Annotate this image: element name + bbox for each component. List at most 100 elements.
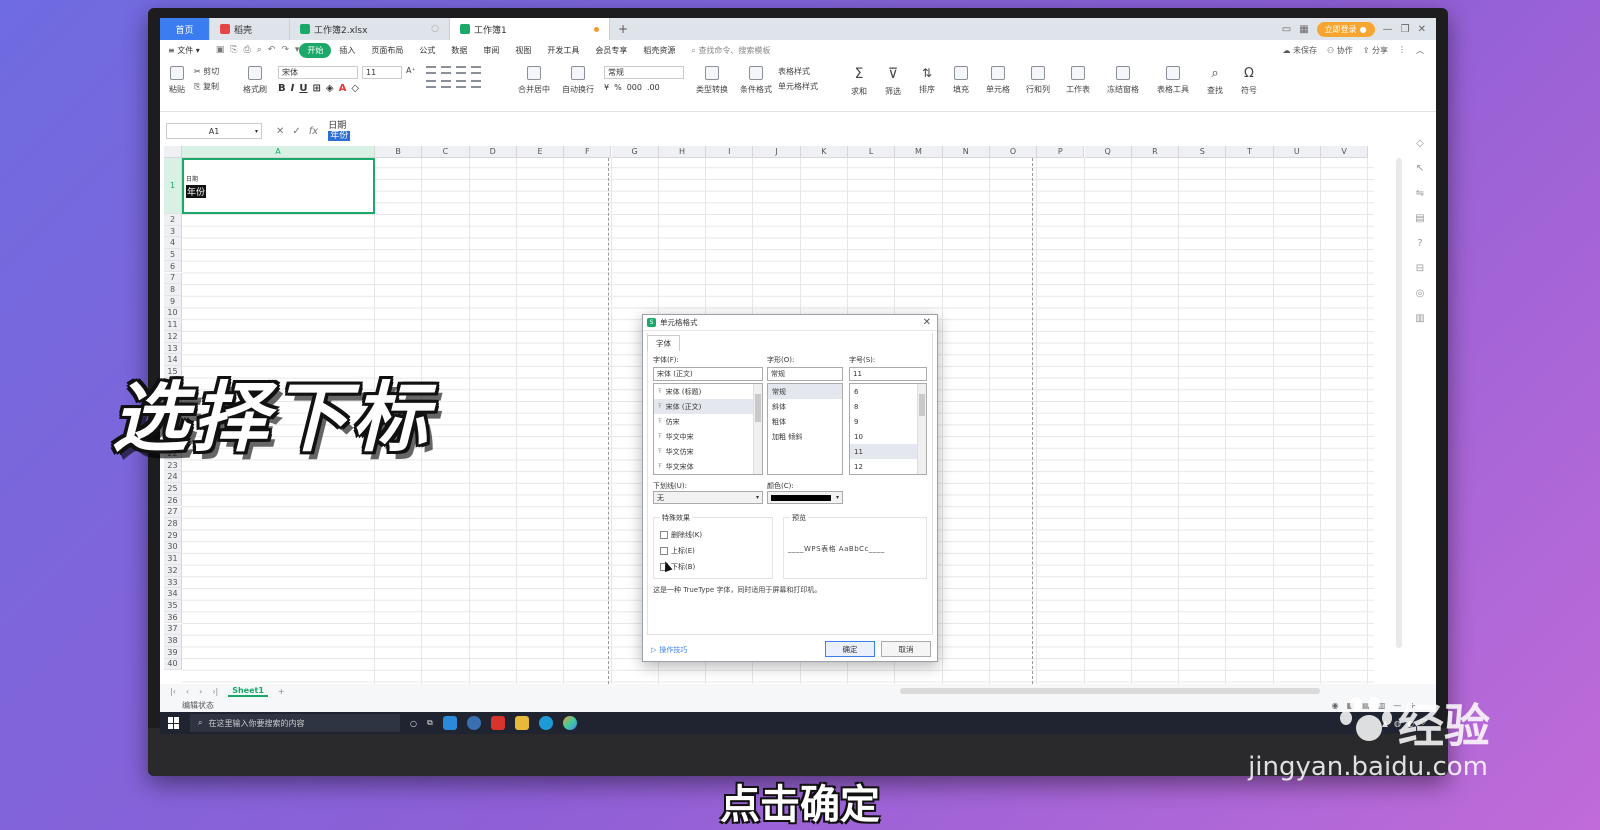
row-header[interactable]: 29 xyxy=(164,529,182,542)
help-icon[interactable]: ? xyxy=(1417,238,1422,249)
align-right-icon[interactable] xyxy=(456,80,466,88)
cell-style-button[interactable]: 单元格样式 xyxy=(778,81,818,92)
edge-icon[interactable] xyxy=(538,716,553,730)
italic-icon[interactable]: I xyxy=(291,83,295,94)
new-tab-button[interactable]: + xyxy=(610,18,636,40)
column-header[interactable]: Q xyxy=(1084,146,1132,158)
menu-review[interactable]: 审阅 xyxy=(475,45,507,56)
export-icon[interactable]: ⎘ xyxy=(230,45,237,55)
restore-icon[interactable]: ❐ xyxy=(1401,24,1410,35)
bold-icon[interactable]: B xyxy=(278,83,286,94)
font-list-scrollbar[interactable] xyxy=(753,384,762,474)
undo-icon[interactable]: ↶ xyxy=(268,45,276,55)
filter-button[interactable]: ⊽ 筛选 xyxy=(876,66,910,97)
task-view-icon[interactable]: ⧉ xyxy=(427,718,433,728)
table-style-button[interactable]: 表格样式 xyxy=(778,66,810,77)
minimize-icon[interactable]: — xyxy=(1383,24,1393,35)
formula-input[interactable]: 日期 年份 xyxy=(324,121,351,141)
column-header[interactable]: L xyxy=(848,146,896,158)
row-header[interactable]: 5 xyxy=(164,249,182,261)
menu-insert[interactable]: 插入 xyxy=(331,45,363,56)
column-header[interactable]: J xyxy=(753,146,801,158)
cut-button[interactable]: ✂ 剪切 xyxy=(194,66,219,77)
column-header[interactable]: M xyxy=(895,146,943,158)
size-list-item[interactable]: 12 xyxy=(850,459,926,474)
row-header[interactable]: 34 xyxy=(164,588,182,601)
windows-start-icon[interactable] xyxy=(168,717,180,729)
menu-formula[interactable]: 公式 xyxy=(411,45,443,56)
row-header[interactable]: 1 xyxy=(164,158,182,214)
add-sheet-icon[interactable]: + xyxy=(278,687,285,696)
column-header[interactable]: I xyxy=(706,146,754,158)
last-sheet-icon[interactable]: ›| xyxy=(212,687,218,696)
prev-sheet-icon[interactable]: ‹ xyxy=(186,687,189,696)
font-list-item[interactable]: Ŧ 宋体 (标题) xyxy=(654,384,762,399)
menu-docer-resources[interactable]: 稻壳资源 xyxy=(635,45,683,56)
column-header[interactable]: P xyxy=(1037,146,1085,158)
tab-workbook1[interactable]: 工作簿1 xyxy=(450,18,610,40)
ok-button[interactable]: 确定 xyxy=(825,641,875,657)
dialog-close-icon[interactable]: ✕ xyxy=(923,317,937,328)
wps-icon[interactable] xyxy=(490,716,505,730)
preview-icon[interactable]: ⌕ xyxy=(257,45,262,55)
row-header[interactable]: 24 xyxy=(164,471,182,484)
size-list-item[interactable]: 9 xyxy=(850,414,926,429)
apps-grid-icon[interactable]: ▦ xyxy=(1299,24,1308,35)
menu-data[interactable]: 数据 xyxy=(443,45,475,56)
size-list[interactable]: 6 8 9 10 11 12 xyxy=(849,383,927,475)
currency-icon[interactable]: ¥ xyxy=(604,83,609,92)
table-tools-button[interactable]: 表格工具 xyxy=(1148,66,1198,95)
row-header[interactable]: 4 xyxy=(164,237,182,250)
indent-icon[interactable] xyxy=(471,66,481,74)
column-header[interactable]: D xyxy=(469,146,517,158)
property-icon[interactable]: ▤ xyxy=(1415,213,1424,224)
font-list-item[interactable]: Ŧ 华文仿宋 xyxy=(654,444,762,459)
column-header[interactable]: F xyxy=(564,146,612,158)
size-list-item-selected[interactable]: 11 xyxy=(850,444,926,459)
row-header[interactable]: 37 xyxy=(164,623,182,636)
taskbar-search[interactable]: ⌕ 在这里输入你要搜索的内容 xyxy=(190,714,400,732)
row-header[interactable]: 28 xyxy=(164,518,182,530)
column-header[interactable]: A xyxy=(182,146,375,158)
row-header[interactable]: 26 xyxy=(164,494,182,507)
align-bottom-icon[interactable] xyxy=(456,66,466,74)
row-col-button[interactable]: 行和列 xyxy=(1018,66,1058,95)
menu-member[interactable]: 会员专享 xyxy=(587,45,635,56)
menu-start[interactable]: 开始 xyxy=(299,42,332,58)
font-list-item[interactable]: Ŧ 仿宋 xyxy=(654,414,762,429)
next-sheet-icon[interactable]: › xyxy=(199,687,202,696)
row-header[interactable]: 30 xyxy=(164,541,182,554)
row-header[interactable]: 3 xyxy=(164,225,182,238)
menu-page-layout[interactable]: 页面布局 xyxy=(363,45,411,56)
row-header[interactable]: 39 xyxy=(164,646,182,659)
adjust-icon[interactable]: ⇋ xyxy=(1416,188,1424,199)
thousands-icon[interactable]: 000 xyxy=(627,83,642,92)
login-button[interactable]: 立即登录 ● xyxy=(1316,21,1375,37)
row-header[interactable]: 9 xyxy=(164,295,182,308)
font-list-item[interactable]: Ŧ 华文中宋 xyxy=(654,429,762,444)
backup-icon[interactable]: ⊟ xyxy=(1416,263,1424,274)
style-list-item[interactable]: 粗体 xyxy=(768,414,842,429)
tab-font[interactable]: 字体 xyxy=(647,335,680,351)
align-center-icon[interactable] xyxy=(441,80,451,88)
vertical-scrollbar[interactable] xyxy=(1396,158,1402,648)
doc-icon[interactable]: ▥ xyxy=(1415,313,1424,324)
app-icon[interactable] xyxy=(562,716,577,730)
close-window-icon[interactable]: ✕ xyxy=(1418,24,1426,35)
justify-icon[interactable] xyxy=(471,80,481,88)
column-header[interactable]: R xyxy=(1131,146,1180,158)
location-icon[interactable]: ◎ xyxy=(1416,288,1425,299)
collapse-ribbon-icon[interactable]: ︿ xyxy=(1416,45,1424,56)
row-header[interactable]: 31 xyxy=(164,553,182,565)
paste-button[interactable]: 粘贴 xyxy=(160,66,194,95)
collab-button[interactable]: ⚇ 协作 xyxy=(1327,45,1353,56)
number-format-select[interactable]: 常规 xyxy=(604,66,684,79)
style-input[interactable]: 常规 xyxy=(767,367,843,381)
copy-button[interactable]: ⎘ 复制 xyxy=(194,81,219,92)
size-list-item[interactable]: 6 xyxy=(850,384,926,399)
size-input[interactable]: 11 xyxy=(849,367,927,381)
column-header[interactable]: G xyxy=(611,146,659,158)
style-list[interactable]: 常规 斜体 粗体 加粗 倾斜 xyxy=(767,383,843,475)
menu-developer[interactable]: 开发工具 xyxy=(539,45,587,56)
worksheet-button[interactable]: 工作表 xyxy=(1058,66,1098,95)
